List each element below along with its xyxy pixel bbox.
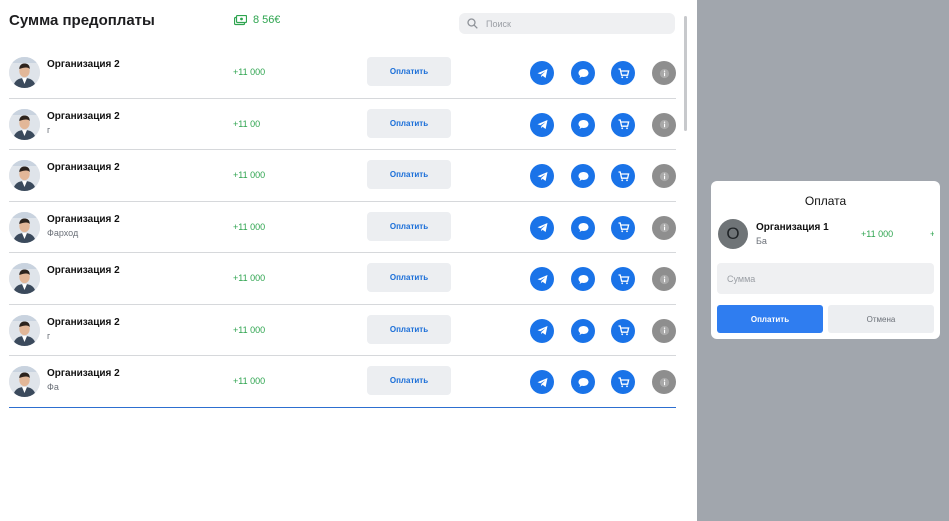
avatar [9, 57, 40, 88]
avatar [9, 108, 40, 140]
cart-icon[interactable] [611, 318, 635, 343]
search-input[interactable] [484, 17, 668, 30]
org-subtitle: Фа [47, 382, 59, 392]
info-icon[interactable] [652, 61, 676, 85]
info-icon[interactable] [652, 215, 676, 240]
avatar [9, 211, 40, 243]
avatar [9, 263, 40, 294]
pay-button[interactable]: Оплатить [367, 160, 451, 189]
balance-display: 8 56€ [234, 14, 280, 26]
main-panel: Сумма предоплаты 8 56€ Организация 2 +11… [0, 0, 697, 521]
telegram-icon[interactable] [530, 61, 554, 85]
chat-icon[interactable] [571, 112, 595, 137]
org-name: Организация 2 [47, 59, 120, 70]
amount: +11 000 [233, 273, 266, 283]
amount: +11 000 [233, 324, 266, 335]
cart-icon[interactable] [611, 370, 635, 394]
pay-button[interactable]: Оплатить [367, 263, 451, 292]
org-name: Организация 2 [47, 162, 120, 173]
org-subtitle: г [47, 124, 51, 135]
pay-button[interactable]: Оплатить [367, 108, 451, 138]
list-item[interactable]: Организация 2 +11 000 Оплатить [9, 253, 676, 305]
cart-icon[interactable] [611, 215, 635, 240]
balance-value: 8 56€ [253, 14, 280, 26]
pay-button[interactable]: Оплатить [367, 314, 451, 344]
telegram-icon[interactable] [530, 370, 554, 394]
org-name: Организация 2 [47, 265, 120, 276]
chat-icon[interactable] [571, 164, 595, 188]
avatar: О [718, 219, 748, 249]
info-icon[interactable] [652, 164, 676, 188]
search-box[interactable] [459, 13, 675, 34]
telegram-icon[interactable] [530, 318, 554, 343]
chat-icon[interactable] [571, 61, 595, 85]
list-item[interactable]: Организация 2 г +11 00 Оплатить [9, 99, 676, 150]
cart-icon[interactable] [611, 112, 635, 137]
modal-title: Оплата [804, 194, 847, 208]
info-icon[interactable] [652, 112, 676, 137]
modal-pay-button[interactable]: Оплатить [717, 305, 823, 333]
list-item[interactable]: Организация 2 Фарход +11 000 Оплатить [9, 202, 676, 253]
list-item[interactable]: Организация 2 Фа +11 000 Оплатить [9, 356, 676, 408]
chat-icon[interactable] [571, 318, 595, 343]
telegram-icon[interactable] [530, 267, 554, 291]
sum-input[interactable] [717, 263, 934, 294]
pay-button[interactable]: Оплатить [367, 366, 451, 395]
telegram-icon[interactable] [530, 215, 554, 240]
page-title: Сумма предоплаты [9, 12, 155, 29]
avatar [9, 366, 40, 397]
org-subtitle: Фарход [47, 227, 79, 238]
chat-icon[interactable] [571, 370, 595, 394]
amount: +11 000 [233, 170, 266, 180]
list-item[interactable]: Организация 2 +11 000 Оплатить [9, 150, 676, 202]
amount: +11 000 [233, 221, 266, 232]
money-icon [234, 14, 247, 25]
info-icon[interactable] [652, 318, 676, 343]
amount: +11 00 [233, 118, 261, 129]
chat-icon[interactable] [571, 215, 595, 240]
avatar [9, 160, 40, 191]
modal-cancel-button[interactable]: Отмена [828, 305, 934, 333]
modal-amount: +11 000 [861, 229, 894, 239]
telegram-icon[interactable] [530, 112, 554, 137]
scrollbar[interactable] [684, 16, 687, 131]
chat-icon[interactable] [571, 267, 595, 291]
org-name: Организация 2 [47, 213, 120, 225]
amount: +11 000 [233, 376, 266, 386]
pay-button[interactable]: Оплатить [367, 211, 451, 241]
cart-icon[interactable] [611, 61, 635, 85]
avatar [9, 314, 40, 346]
telegram-icon[interactable] [530, 164, 554, 188]
org-subtitle: г [47, 330, 51, 341]
cart-icon[interactable] [611, 267, 635, 291]
organization-list: Организация 2 +11 000 Оплатить Организац… [9, 47, 676, 408]
modal-amount-secondary: + [930, 229, 934, 239]
modal-org-subtitle: Ба [756, 236, 767, 246]
list-item[interactable]: Организация 2 +11 000 Оплатить [9, 47, 676, 99]
modal-org-name: Организация 1 [756, 222, 829, 233]
org-name: Организация 2 [47, 316, 120, 328]
info-icon[interactable] [652, 370, 676, 394]
pay-button[interactable]: Оплатить [367, 57, 451, 86]
org-name: Организация 2 [47, 110, 120, 122]
cart-icon[interactable] [611, 164, 635, 188]
search-icon [467, 18, 478, 29]
info-icon[interactable] [652, 267, 676, 291]
amount: +11 000 [233, 67, 266, 77]
org-name: Организация 2 [47, 368, 120, 379]
payment-modal: Оплата О Организация 1 Ба +11 000 + Опла… [711, 181, 940, 339]
list-item[interactable]: Организация 2 г +11 000 Оплатить [9, 305, 676, 356]
